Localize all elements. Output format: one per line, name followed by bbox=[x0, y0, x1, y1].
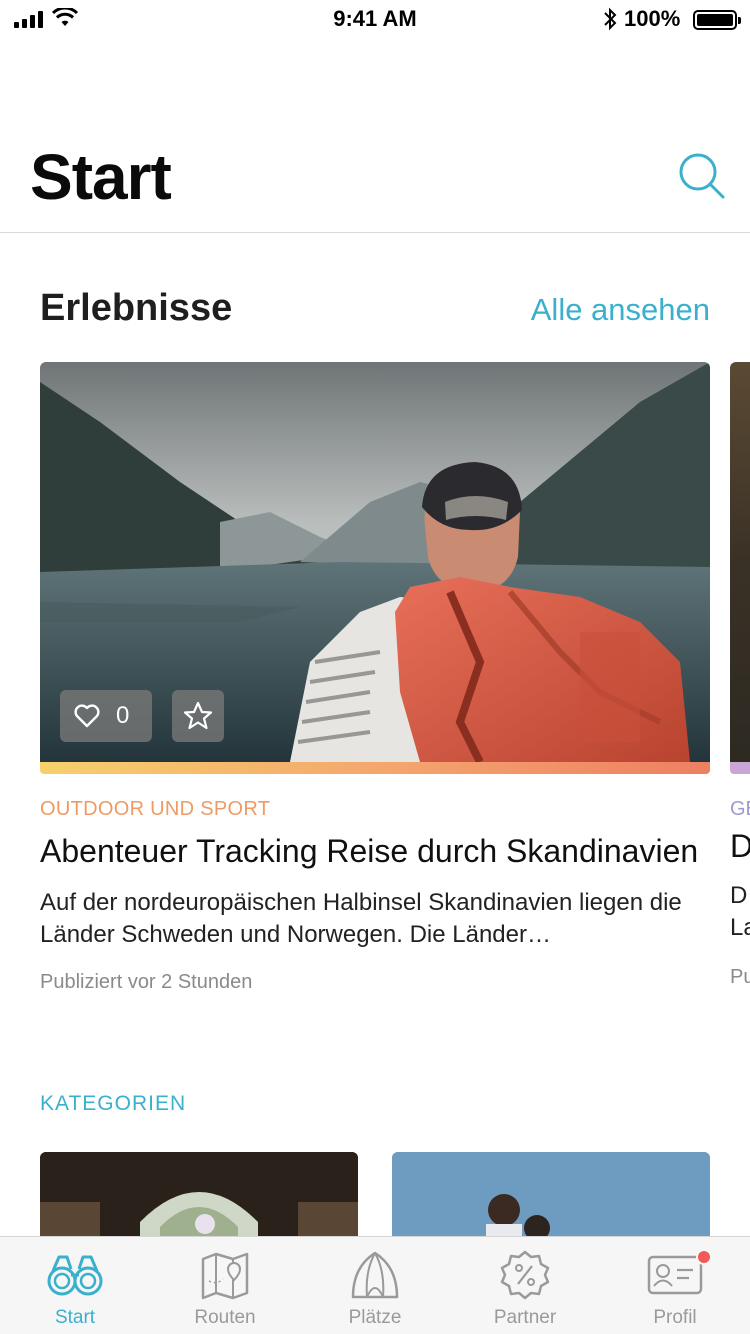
next-card-title: D bbox=[730, 828, 750, 864]
page-title: Start bbox=[30, 141, 172, 213]
next-card-description-line1: D bbox=[730, 882, 748, 909]
like-button[interactable]: 0 bbox=[60, 690, 152, 742]
header-divider bbox=[0, 232, 750, 233]
star-icon bbox=[183, 701, 213, 730]
card-published: Publiziert vor 2 Stunden bbox=[40, 971, 253, 993]
card-title: Abenteuer Tracking Reise durch Skandinav… bbox=[40, 833, 699, 869]
like-count: 0 bbox=[116, 702, 130, 729]
tent-icon bbox=[351, 1251, 399, 1299]
tab-profil[interactable]: Profil bbox=[600, 1237, 750, 1334]
next-card-image[interactable] bbox=[730, 362, 750, 762]
categories-heading: KATEGORIEN bbox=[40, 1092, 187, 1115]
tab-routen[interactable]: Routen bbox=[150, 1237, 300, 1334]
card-accent-bar bbox=[40, 762, 710, 774]
tab-label: Routen bbox=[194, 1307, 256, 1328]
section-title-experiences: Erlebnisse bbox=[40, 287, 233, 329]
map-icon bbox=[201, 1252, 249, 1300]
search-button[interactable] bbox=[676, 150, 726, 200]
card-category: OUTDOOR UND SPORT bbox=[40, 798, 271, 820]
tab-label: Plätze bbox=[348, 1307, 402, 1328]
tab-label: Partner bbox=[493, 1307, 557, 1328]
favorite-button[interactable] bbox=[172, 690, 224, 742]
tab-label: Profil bbox=[653, 1307, 697, 1328]
tab-start[interactable]: Start bbox=[0, 1237, 150, 1334]
battery-percent: 100% bbox=[624, 6, 681, 31]
experience-card[interactable]: 0 OUTDOOR UND SPORT Abenteuer Tracking R… bbox=[40, 362, 710, 994]
bluetooth-icon bbox=[604, 7, 617, 31]
next-card-category: GE bbox=[730, 798, 750, 820]
card-description: Auf der nordeuropäischen Halbinsel Skand… bbox=[40, 889, 682, 948]
discount-badge-icon bbox=[500, 1250, 550, 1300]
tab-label: Start bbox=[54, 1307, 96, 1328]
binoculars-icon bbox=[47, 1255, 103, 1296]
notification-badge bbox=[696, 1249, 712, 1265]
search-icon bbox=[679, 153, 725, 199]
next-card-description-line2: La bbox=[730, 914, 750, 941]
heart-icon bbox=[74, 704, 100, 728]
card-image: 0 bbox=[40, 362, 710, 762]
battery-icon bbox=[693, 10, 741, 30]
next-card-accent-bar bbox=[730, 762, 750, 774]
see-all-link[interactable]: Alle ansehen bbox=[531, 292, 710, 328]
tab-plaetze[interactable]: Plätze bbox=[300, 1237, 450, 1334]
next-card-published: Pu bbox=[730, 966, 750, 988]
tab-bar: Start Routen Plätze Partner Profil bbox=[0, 1236, 750, 1334]
tab-partner[interactable]: Partner bbox=[450, 1237, 600, 1334]
status-bar: 9:41 AM 100% bbox=[0, 0, 750, 40]
